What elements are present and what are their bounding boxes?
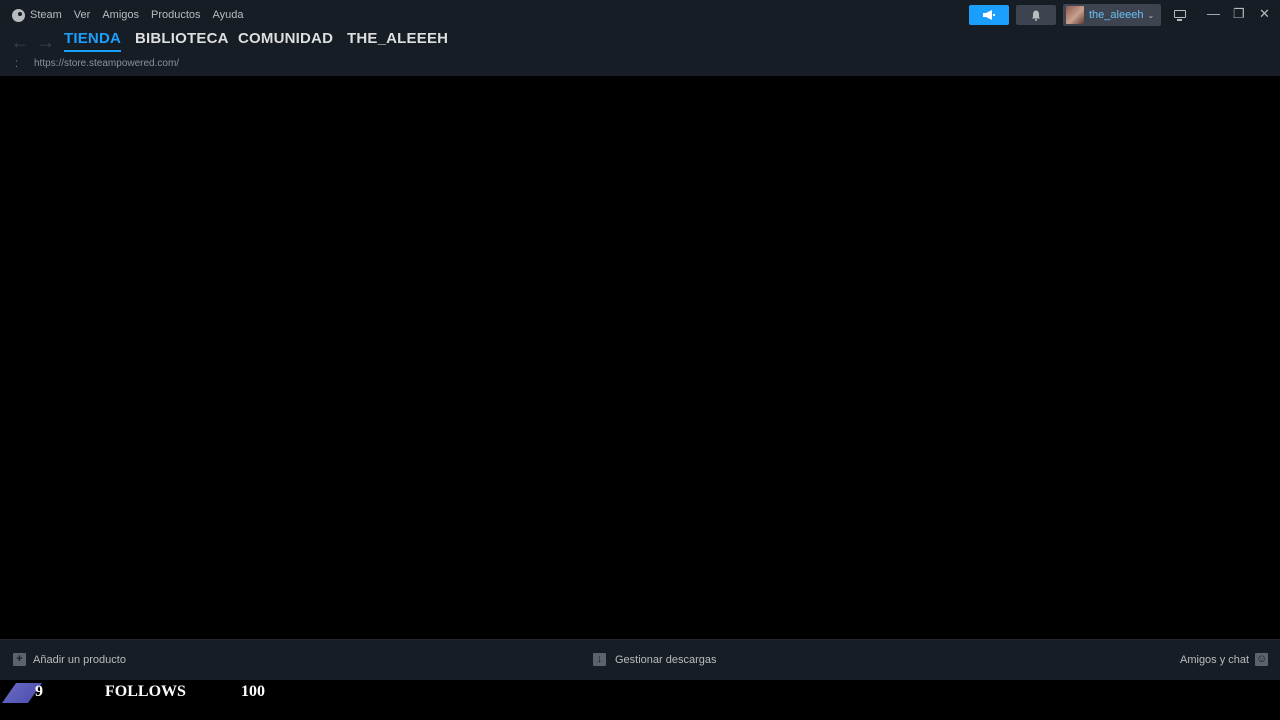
add-product-label: Añadir un producto — [33, 653, 126, 666]
megaphone-icon — [983, 10, 995, 20]
manage-downloads-button[interactable]: ↓ Gestionar descargas — [593, 653, 717, 666]
notifications-button[interactable] — [1016, 5, 1056, 25]
menu-item-productos[interactable]: Productos — [151, 9, 201, 21]
download-icon: ↓ — [593, 653, 606, 666]
overlay-left-number: 9 — [35, 683, 43, 700]
big-picture-mode-icon[interactable] — [1174, 10, 1186, 21]
title-bar: Steam Ver Amigos Productos Ayuda the_ale… — [0, 0, 1280, 30]
store-content-area[interactable] — [0, 76, 1280, 639]
username-label: the_aleeeh — [1089, 9, 1144, 21]
menu-item-ayuda[interactable]: Ayuda — [213, 9, 244, 21]
stream-overlay — [0, 680, 1280, 720]
user-menu-button[interactable]: the_aleeeh ⌄ — [1063, 4, 1161, 26]
bottom-bar: + Añadir un producto ↓ Gestionar descarg… — [0, 639, 1280, 680]
overlay-follows-label: FOLLOWS — [105, 683, 186, 700]
bell-icon — [1032, 10, 1040, 21]
friends-icon: ☺ — [1255, 653, 1269, 666]
friends-chat-button[interactable]: Amigos y chat ☺ — [1180, 653, 1269, 666]
add-product-button[interactable]: + Añadir un producto — [13, 653, 126, 666]
menu-bar: Steam Ver Amigos Productos Ayuda — [0, 0, 256, 30]
minimize-button[interactable]: — — [1207, 6, 1220, 22]
forward-arrow-icon[interactable]: → — [37, 32, 55, 53]
menu-item-ver[interactable]: Ver — [74, 9, 91, 21]
tab-biblioteca[interactable]: BIBLIOTECA — [135, 30, 229, 52]
announcements-button[interactable] — [969, 5, 1009, 25]
manage-downloads-label: Gestionar descargas — [615, 653, 717, 666]
menu-label-steam: Steam — [30, 9, 62, 21]
url-bar[interactable]: https://store.steampowered.com/ — [34, 58, 179, 69]
plus-icon: + — [13, 653, 26, 666]
friends-chat-label: Amigos y chat — [1180, 653, 1250, 666]
steam-logo-icon — [12, 8, 25, 22]
overlay-right-number: 100 — [241, 683, 265, 700]
close-button[interactable]: ✕ — [1259, 6, 1270, 22]
tab-profile[interactable]: THE_ALEEEH — [347, 30, 448, 52]
tab-comunidad[interactable]: COMUNIDAD — [238, 30, 333, 52]
back-arrow-icon[interactable]: ← — [11, 32, 29, 53]
avatar — [1066, 6, 1084, 24]
chevron-down-icon: ⌄ — [1147, 10, 1155, 20]
maximize-button[interactable]: ❐ — [1233, 6, 1245, 22]
loading-spinner-icon: ⁚ — [15, 59, 18, 69]
menu-item-steam[interactable]: Steam — [12, 8, 62, 22]
menu-item-amigos[interactable]: Amigos — [102, 9, 139, 21]
navigation-bar: ← → TIENDA BIBLIOTECA COMUNIDAD THE_ALEE… — [0, 30, 1280, 76]
tab-tienda[interactable]: TIENDA — [64, 30, 122, 52]
